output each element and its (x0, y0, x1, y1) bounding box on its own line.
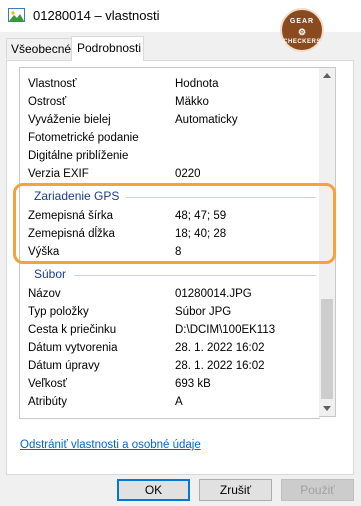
logo-text-top: GEAR (289, 18, 315, 25)
property-value: 01280014.JPG (175, 288, 252, 300)
scroll-up-arrow-icon[interactable] (323, 73, 331, 78)
property-name: Ostrosť (28, 96, 67, 108)
tab-general-label: Všeobecné (11, 42, 72, 56)
window-title: 01280014 – vlastnosti (33, 8, 160, 23)
property-value: 693 kB (175, 378, 211, 390)
scrollbar-thumb[interactable] (321, 299, 333, 399)
property-name: Digitálne priblíženie (28, 150, 129, 162)
header-property[interactable]: Vlastnosť (28, 75, 76, 93)
section-heading-file: Súbor (34, 267, 67, 281)
header-value[interactable]: Hodnota (175, 75, 218, 93)
cancel-button[interactable]: Zrušiť (199, 479, 272, 501)
vertical-scrollbar[interactable] (319, 67, 336, 417)
property-name: Dátum úpravy (28, 360, 100, 372)
scroll-down-arrow-icon[interactable] (323, 406, 331, 411)
property-value: Automaticky (175, 114, 238, 126)
gear-checkers-logo: GEAR ⚙ CHECKERS (280, 8, 324, 52)
property-value: A (175, 396, 183, 408)
property-name: Vyváženie bielej (28, 114, 111, 126)
properties-list[interactable]: Vlastnosť Hodnota Ostrosť Mäkko Vyváženi… (19, 67, 320, 419)
property-name: Atribúty (28, 396, 67, 408)
section-divider (74, 275, 316, 276)
apply-button[interactable]: Použiť (281, 479, 354, 501)
tab-details-label: Podrobnosti (77, 41, 142, 55)
section-heading-gps: Zariadenie GPS (34, 189, 120, 203)
property-name: Zemepisná dĺžka (28, 228, 115, 240)
property-name: Fotometrické podanie (28, 132, 139, 144)
property-name: Výška (28, 246, 60, 258)
remove-properties-link[interactable]: Odstrániť vlastnosti a osobné údaje (20, 439, 201, 451)
logo-mark: ⚙ (297, 27, 307, 37)
property-name: Typ položky (28, 306, 89, 318)
property-value: Mäkko (175, 96, 209, 108)
ok-button[interactable]: OK (117, 479, 190, 501)
property-value: 18; 40; 28 (175, 228, 227, 240)
property-value: 8 (175, 246, 182, 258)
property-name: Verzia EXIF (28, 168, 89, 180)
logo-text-bottom: CHECKERS (283, 39, 321, 45)
property-value: 28. 1. 2022 16:02 (175, 342, 265, 354)
property-value: D:\DCIM\100EK113 (175, 324, 276, 336)
image-file-icon (8, 8, 25, 22)
property-value: 0220 (175, 168, 201, 180)
section-divider (126, 197, 316, 198)
property-value: Súbor JPG (175, 306, 232, 318)
property-value: 28. 1. 2022 16:02 (175, 360, 265, 372)
property-name: Zemepisná šírka (28, 210, 114, 222)
property-name: Cesta k priečinku (28, 324, 117, 336)
property-value: 48; 47; 59 (175, 210, 227, 222)
tab-details[interactable]: Podrobnosti (71, 36, 144, 61)
property-name: Dátum vytvorenia (28, 342, 118, 354)
tab-general[interactable]: Všeobecné (6, 38, 72, 59)
property-name: Veľkosť (28, 378, 67, 390)
property-name: Názov (28, 288, 61, 300)
